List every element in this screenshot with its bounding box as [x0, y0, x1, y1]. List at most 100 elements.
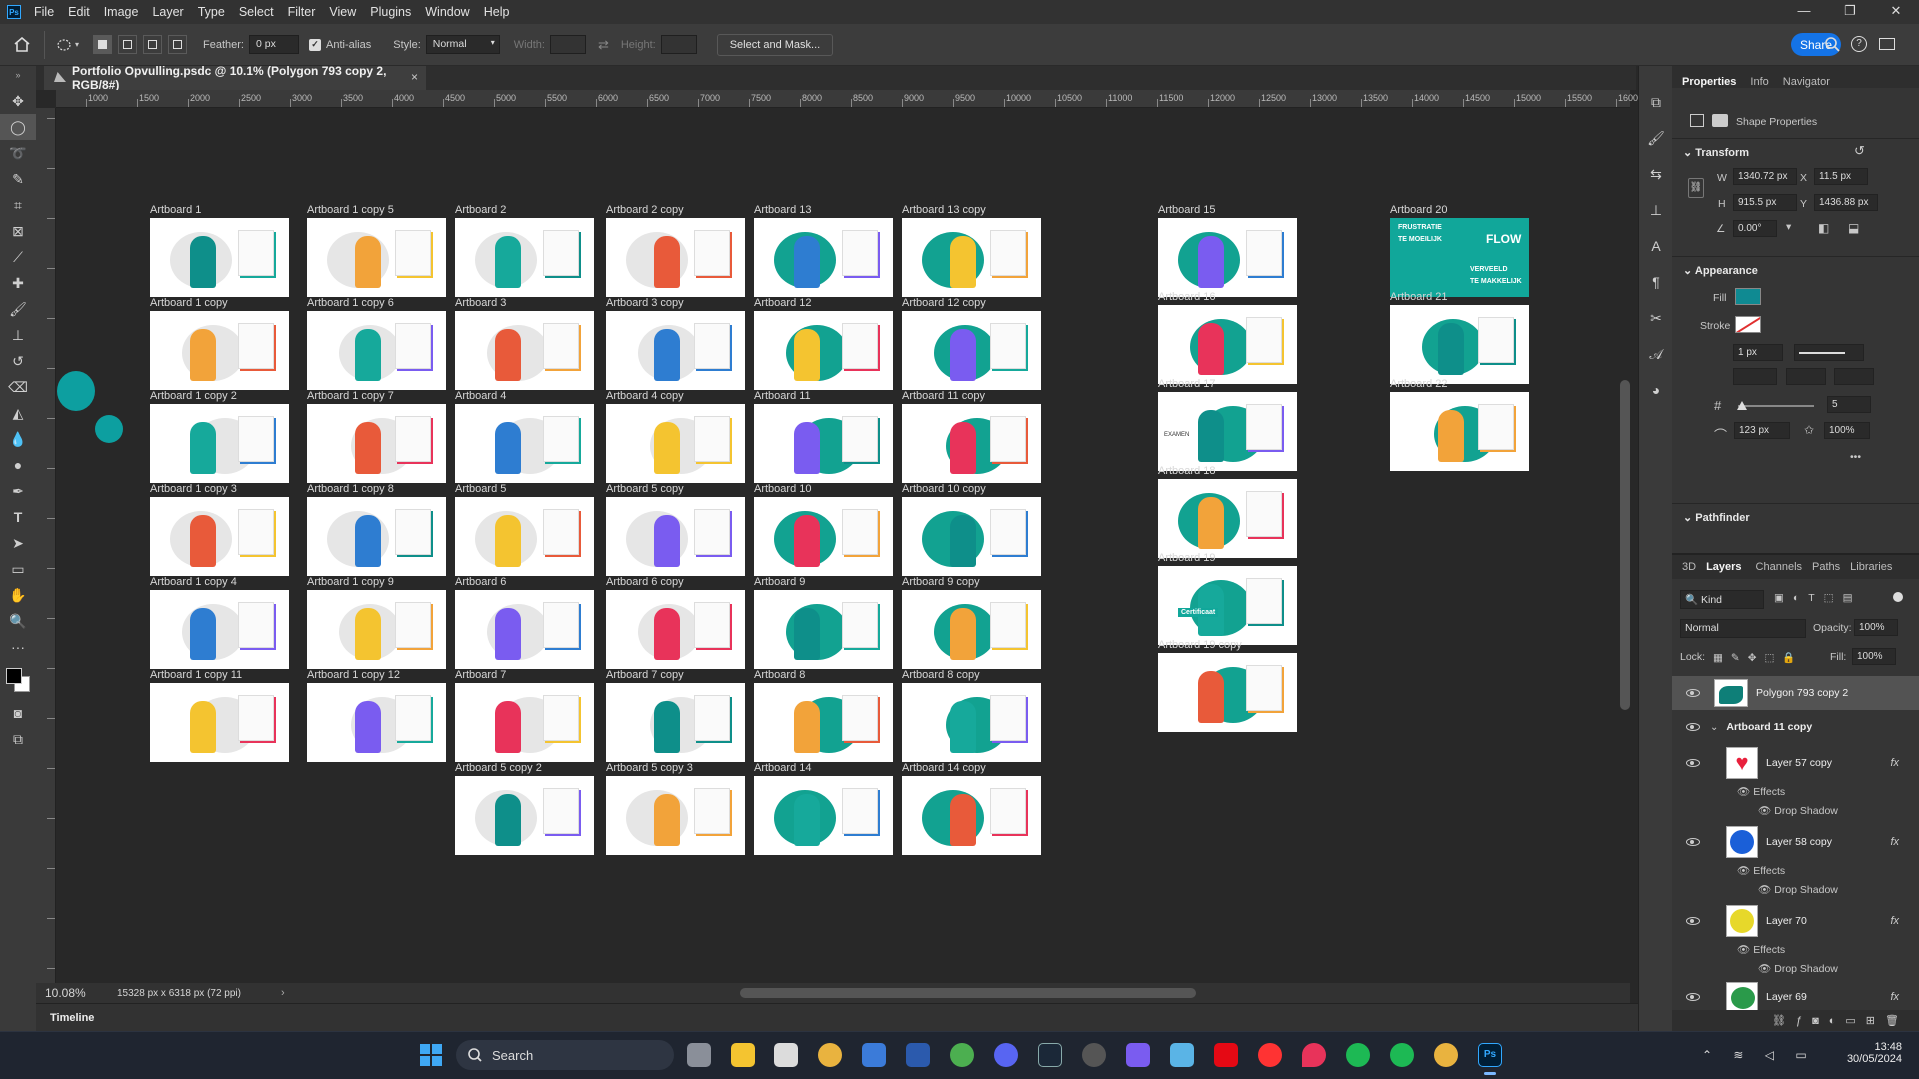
flip-vertical-icon[interactable]: ⬓ [1848, 221, 1859, 235]
artboard-label[interactable]: Artboard 1 copy 2 [150, 390, 237, 402]
artboard-thumbnail[interactable] [902, 404, 1041, 483]
brush-panel-icon[interactable]: 🖌 [1639, 130, 1673, 147]
minimize-button[interactable]: — [1781, 0, 1827, 24]
artboard-label[interactable]: Artboard 22 [1390, 378, 1447, 390]
swap-icon[interactable]: ⇄ [598, 37, 609, 53]
more-tools-icon[interactable]: ··· [0, 634, 36, 660]
artboard-thumbnail[interactable] [307, 497, 446, 576]
store-icon[interactable] [862, 1043, 886, 1067]
taskbar-search[interactable]: Search [456, 1040, 674, 1070]
eyedropper-icon[interactable]: ⟋ [0, 244, 36, 270]
artboard-thumbnail[interactable] [754, 497, 893, 576]
artboard-thumbnail[interactable]: Certificaat [1158, 566, 1297, 645]
visibility-eye-icon[interactable] [1686, 838, 1700, 846]
artboard-thumbnail[interactable] [754, 590, 893, 669]
help-icon[interactable]: ? [1851, 36, 1867, 52]
antialias-checkbox[interactable]: ✓ [308, 38, 321, 51]
artboard-label[interactable]: Artboard 4 [455, 390, 506, 402]
menu-edit[interactable]: Edit [61, 5, 97, 19]
home-icon[interactable] [0, 37, 44, 52]
more-options-icon[interactable]: ••• [1850, 451, 1861, 463]
system-tray-icons[interactable]: ⌃ ≋ ◁ ▭ [1702, 1048, 1816, 1062]
tools-panel-icon[interactable]: ✂ [1639, 310, 1673, 327]
app-icon-3[interactable] [1170, 1043, 1194, 1067]
fx-icon[interactable]: fx [1890, 836, 1899, 848]
blur-tool-icon[interactable]: 💧 [0, 426, 36, 452]
filter-toggle-icon[interactable] [1893, 592, 1903, 602]
discord-icon[interactable] [994, 1043, 1018, 1067]
paragraph-panel-icon[interactable]: ¶ [1639, 274, 1673, 290]
menu-image[interactable]: Image [97, 5, 146, 19]
artboard-thumbnail[interactable] [606, 497, 745, 576]
drop-shadow-row[interactable]: 👁 Drop Shadow [1758, 883, 1838, 896]
add-to-selection-icon[interactable] [118, 35, 138, 54]
new-selection-icon[interactable] [93, 35, 113, 54]
layer-row-layer-58-copy[interactable]: Layer 58 copy fx [1672, 824, 1919, 860]
layer-filter-icons[interactable]: ▣◐T⬚▤ [1774, 592, 1862, 604]
artboard-thumbnail[interactable] [1158, 218, 1297, 297]
artboard-label[interactable]: Artboard 19 copy [1158, 639, 1242, 651]
file-explorer-icon[interactable] [731, 1043, 755, 1067]
artboard-thumbnail[interactable] [455, 218, 594, 297]
zoom-level[interactable]: 10.08% [45, 986, 105, 1000]
artboard-label[interactable]: Artboard 14 copy [902, 762, 986, 774]
artboard-thumbnail[interactable] [150, 590, 289, 669]
artboard-label[interactable]: Artboard 20 [1390, 204, 1447, 216]
slider-handle-icon[interactable] [1737, 401, 1747, 410]
xbox-icon[interactable] [950, 1043, 974, 1067]
vertical-scrollbar[interactable] [1620, 380, 1630, 710]
artboard-label[interactable]: Artboard 18 [1158, 465, 1215, 477]
subtract-selection-icon[interactable] [143, 35, 163, 54]
quick-mask-icon[interactable]: ◙ [0, 700, 36, 726]
artboard-label[interactable]: Artboard 17 [1158, 378, 1215, 390]
artboard-thumbnail[interactable] [150, 497, 289, 576]
timeline-tab[interactable]: Timeline [50, 1012, 94, 1024]
tab-libraries[interactable]: Libraries [1850, 561, 1892, 573]
menu-type[interactable]: Type [191, 5, 232, 19]
stroke-width-field[interactable]: 1 px [1733, 344, 1783, 361]
artboard-thumbnail[interactable] [150, 404, 289, 483]
artboard-thumbnail[interactable] [455, 683, 594, 762]
artboard-label[interactable]: Artboard 21 [1390, 291, 1447, 303]
stroke-swatch[interactable] [1735, 316, 1761, 333]
width-field[interactable]: 1340.72 px [1733, 168, 1797, 185]
collapse-icon[interactable]: » [0, 66, 36, 88]
effects-row[interactable]: 👁 Effects [1737, 864, 1785, 877]
sides-field[interactable]: 5 [1827, 396, 1871, 413]
task-view-icon[interactable] [687, 1043, 711, 1067]
artboard-label[interactable]: Artboard 11 [754, 390, 811, 402]
effects-row[interactable]: 👁 Effects [1737, 943, 1785, 956]
artboard-thumbnail[interactable] [902, 311, 1041, 390]
artboard-label[interactable]: Artboard 11 copy [902, 390, 985, 402]
history-brush-icon[interactable]: ↺ [0, 348, 36, 374]
hand-tool-icon[interactable]: ✋ [0, 582, 36, 608]
artboard-thumbnail[interactable] [606, 776, 745, 855]
artboard-thumbnail[interactable] [150, 218, 289, 297]
tab-channels[interactable]: Channels [1756, 561, 1802, 573]
windows-start-icon[interactable] [420, 1044, 442, 1066]
fx-icon[interactable]: fx [1890, 915, 1899, 927]
spotify-icon[interactable] [1346, 1043, 1370, 1067]
artboard-label[interactable]: Artboard 1 copy 3 [150, 483, 237, 495]
artboard-label[interactable]: Artboard 5 copy 2 [455, 762, 542, 774]
width-input[interactable] [549, 35, 586, 54]
stroke-corners-select[interactable] [1834, 368, 1874, 385]
pathfinder-header[interactable]: ⌄ Pathfinder [1683, 511, 1750, 524]
artboard-thumbnail[interactable]: FRUSTRATIE TE MOEILIJK FLOW VERVEELD TE MAKK… [1390, 218, 1529, 297]
artboard-label[interactable]: Artboard 1 copy 6 [307, 297, 394, 309]
foreground-color-swatch[interactable] [6, 668, 22, 684]
artboard-label[interactable]: Artboard 7 copy [606, 669, 684, 681]
artboard-label[interactable]: Artboard 5 copy 3 [606, 762, 693, 774]
artboard-thumbnail[interactable] [455, 590, 594, 669]
artboard-label[interactable]: Artboard 5 copy [606, 483, 684, 495]
artboard-thumbnail[interactable] [455, 497, 594, 576]
artboard-label[interactable]: Artboard 1 copy 4 [150, 576, 237, 588]
glyphs-panel-icon[interactable]: 𝒜 [1639, 346, 1673, 363]
drop-shadow-row[interactable]: 👁 Drop Shadow [1758, 804, 1838, 817]
chrome-icon[interactable] [818, 1043, 842, 1067]
artboard-thumbnail[interactable] [754, 776, 893, 855]
artboard-thumbnail[interactable] [606, 683, 745, 762]
tab-properties[interactable]: Properties [1682, 76, 1736, 88]
workspace-icon[interactable] [1879, 38, 1895, 50]
artboard-label[interactable]: Artboard 1 copy 8 [307, 483, 394, 495]
